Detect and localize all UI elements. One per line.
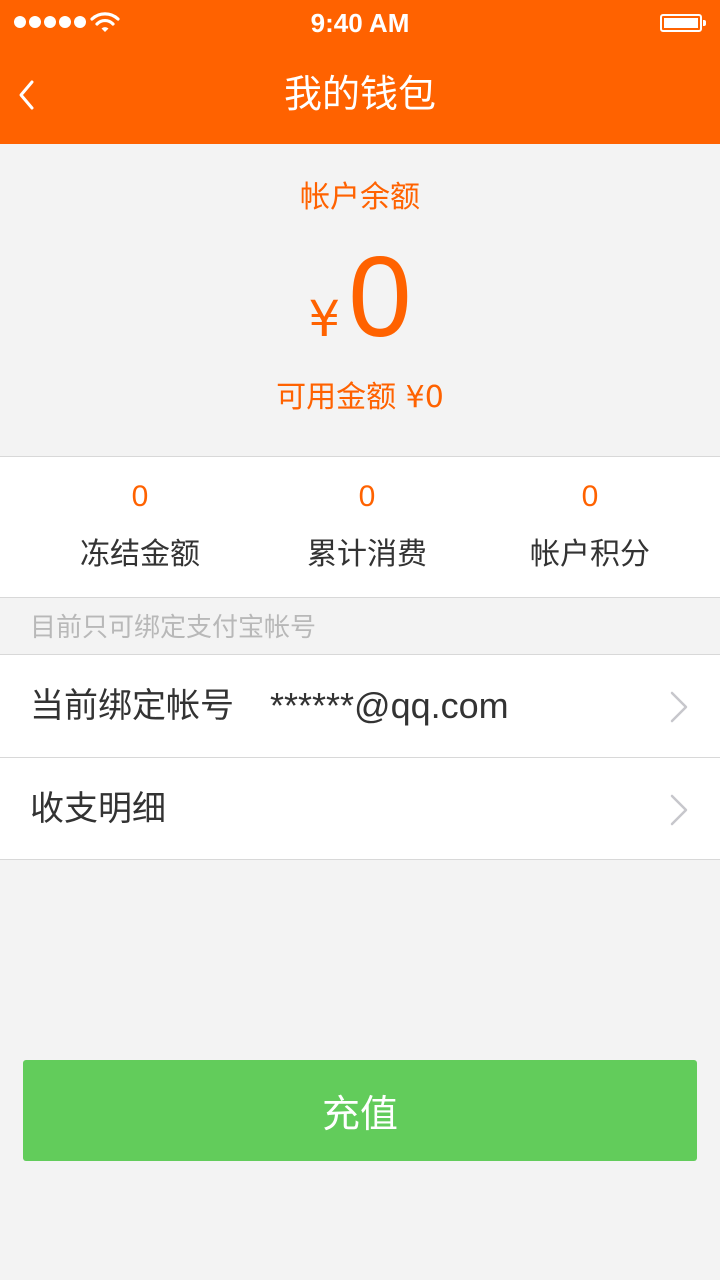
stats-panel: 0 冻结金额 0 累计消费 0 帐户积分 bbox=[0, 456, 720, 598]
battery-icon bbox=[660, 14, 706, 32]
available-balance: 可用金额 ¥0 bbox=[276, 380, 444, 415]
stat-value: 0 bbox=[358, 480, 376, 513]
bound-account-value: ******@qq.com bbox=[270, 685, 509, 726]
stat-points: 0 帐户积分 bbox=[470, 457, 710, 599]
stat-value: 0 bbox=[581, 480, 599, 513]
balance-value: 0 bbox=[348, 234, 412, 361]
chevron-right-icon bbox=[670, 691, 688, 723]
balance-label: 帐户余额 bbox=[300, 180, 420, 215]
stat-value: 0 bbox=[131, 480, 149, 513]
currency-symbol: ¥ bbox=[308, 290, 341, 348]
bound-account-row[interactable]: 当前绑定帐号 ******@qq.com bbox=[0, 655, 720, 757]
status-time: 9:40 AM bbox=[310, 8, 410, 38]
transaction-details-row[interactable]: 收支明细 bbox=[0, 757, 720, 859]
header-bar: 9:40 AM 我的钱包 bbox=[0, 0, 720, 144]
row-label: 收支明细 bbox=[30, 789, 166, 829]
page-title: 我的钱包 bbox=[283, 72, 436, 116]
binding-hint: 目前只可绑定支付宝帐号 bbox=[30, 613, 317, 643]
status-bar: 9:40 AM bbox=[0, 0, 720, 46]
stat-label: 帐户积分 bbox=[530, 537, 650, 572]
row-label: 当前绑定帐号 bbox=[30, 686, 234, 726]
balance-amount: ¥0 bbox=[0, 238, 720, 358]
stat-frozen: 0 冻结金额 bbox=[20, 457, 260, 599]
recharge-button[interactable]: 充值 bbox=[23, 1060, 697, 1161]
chevron-right-icon bbox=[670, 794, 688, 826]
stat-label: 冻结金额 bbox=[80, 537, 200, 572]
wallet-options-list: 当前绑定帐号 ******@qq.com 收支明细 bbox=[0, 654, 720, 860]
stat-label: 累计消费 bbox=[307, 537, 427, 572]
stat-total-spent: 0 累计消费 bbox=[247, 457, 487, 599]
